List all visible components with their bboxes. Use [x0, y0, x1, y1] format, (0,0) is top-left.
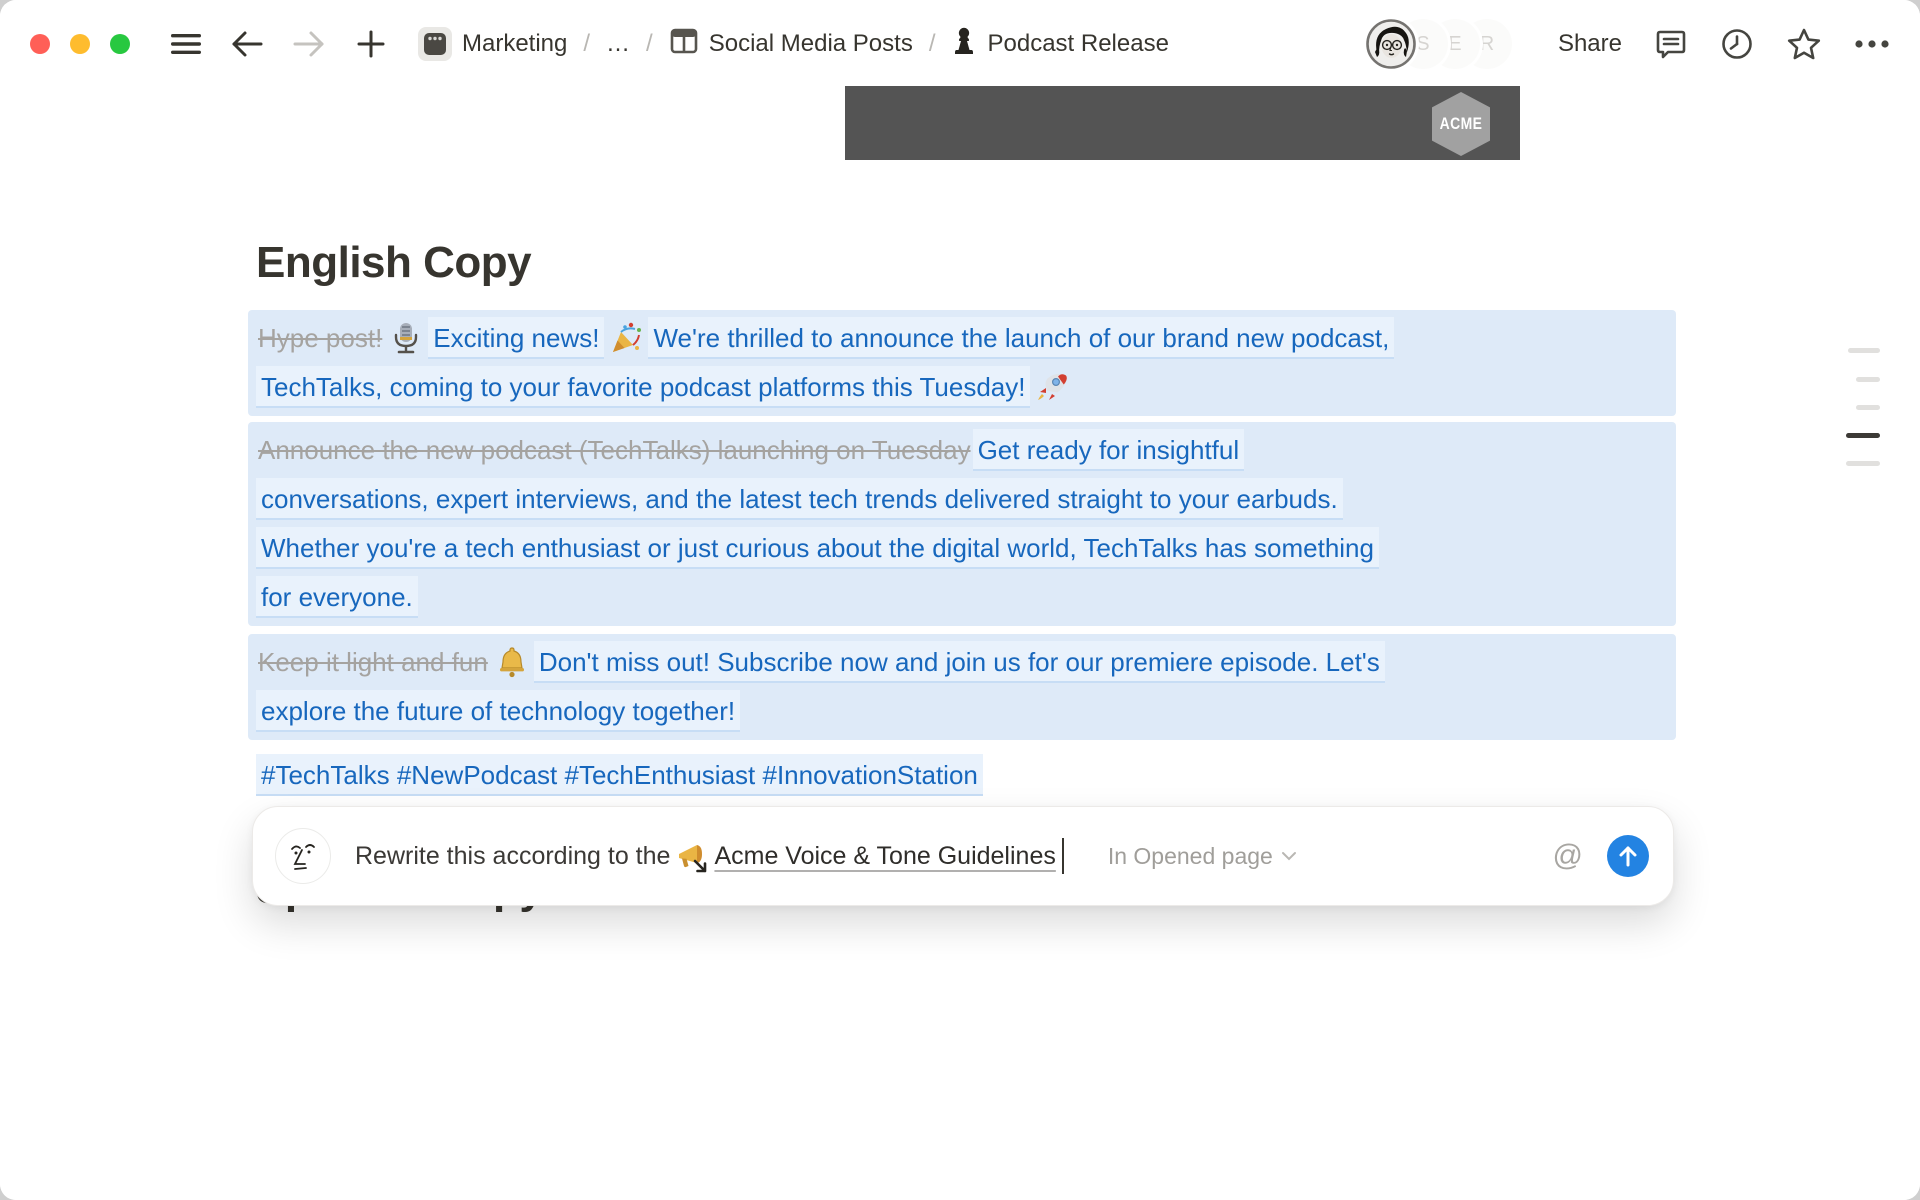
favorite-star-icon[interactable]	[1786, 27, 1822, 61]
ai-bar-actions: @	[1553, 835, 1649, 877]
inserted-text: We're thrilled to announce the launch of…	[648, 317, 1394, 359]
text-line: Whether you're a tech enthusiast or just…	[248, 524, 1676, 573]
party-popper-emoji	[609, 321, 643, 355]
breadcrumb-item-marketing[interactable]: Marketing	[410, 23, 575, 65]
prompt-text: Rewrite this according to the	[355, 842, 670, 871]
inserted-text: explore the future of technology togethe…	[256, 690, 740, 732]
acme-guidelines-page-link[interactable]: Acme Voice & Tone Guidelines	[714, 842, 1055, 871]
more-options-icon[interactable]	[1854, 39, 1890, 49]
scope-label: In Opened page	[1108, 843, 1273, 870]
text-line: TechTalks, coming to your favorite podca…	[248, 363, 1676, 412]
hashtags-block[interactable]: #TechTalks #NewPodcast #TechEnthusiast #…	[248, 751, 1676, 800]
inserted-text: conversations, expert interviews, and th…	[256, 478, 1343, 520]
avatar-letter: R	[1480, 33, 1494, 56]
ai-prompt-bar[interactable]: Rewrite this according to the Acme Voice…	[252, 806, 1674, 906]
text-line: conversations, expert interviews, and th…	[248, 475, 1676, 524]
ai-prompt-input[interactable]: Rewrite this according to the Acme Voice…	[355, 838, 1064, 874]
up-arrow-icon	[1618, 845, 1638, 867]
breadcrumb-item-ellipsis[interactable]: …	[598, 26, 638, 62]
topbar-right: S E R Share	[1366, 19, 1890, 69]
bell-emoji	[495, 645, 529, 679]
board-icon	[669, 26, 699, 63]
mention-at-button[interactable]: @	[1553, 839, 1583, 873]
minimize-window-button[interactable]	[70, 34, 90, 54]
breadcrumb-separator: /	[579, 30, 594, 58]
avatar-current-user[interactable]	[1366, 19, 1416, 69]
forward-arrow-icon[interactable]	[292, 29, 326, 59]
back-arrow-icon[interactable]	[230, 29, 264, 59]
inserted-text: Exciting news!	[428, 317, 604, 359]
deleted-text: Keep it light and fun	[256, 647, 490, 677]
text-line: #TechTalks #NewPodcast #TechEnthusiast #…	[248, 751, 1676, 800]
toc-line-active[interactable]	[1846, 433, 1880, 438]
breadcrumb-separator: /	[642, 30, 657, 58]
breadcrumb: Marketing / … / Social Media Posts / Pod…	[410, 21, 1177, 68]
breadcrumb-separator: /	[925, 30, 940, 58]
breadcrumb-item-social-media-posts[interactable]: Social Media Posts	[661, 22, 921, 67]
notion-ai-face-icon	[275, 828, 331, 884]
new-page-plus-icon[interactable]	[356, 29, 386, 59]
breadcrumb-label: Podcast Release	[987, 30, 1168, 58]
breadcrumb-label: Marketing	[462, 30, 567, 58]
toc-line[interactable]	[1848, 348, 1880, 353]
history-clock-icon[interactable]	[1720, 27, 1754, 61]
avatar-letter: S	[1416, 33, 1429, 56]
breadcrumb-label: Social Media Posts	[709, 30, 913, 58]
microphone-emoji	[389, 321, 423, 355]
page-cover-image[interactable]: ACME	[845, 86, 1520, 160]
close-window-button[interactable]	[30, 34, 50, 54]
breadcrumb-item-podcast-release[interactable]: Podcast Release	[943, 21, 1176, 68]
teamspace-icon	[418, 27, 452, 61]
collaborator-avatars: S E R	[1366, 19, 1512, 69]
share-button[interactable]: Share	[1548, 24, 1632, 64]
text-block-2[interactable]: Announce the new podcast (TechTalks) lau…	[248, 422, 1676, 626]
toc-line[interactable]	[1856, 405, 1880, 410]
acme-logo-badge: ACME	[1432, 92, 1490, 156]
avatar-letter: E	[1448, 33, 1461, 56]
chess-pawn-icon	[951, 25, 977, 64]
text-line: for everyone.	[248, 573, 1676, 622]
inserted-text: Get ready for insightful	[973, 429, 1245, 471]
topbar: Marketing / … / Social Media Posts / Pod…	[0, 0, 1920, 88]
text-caret	[1062, 838, 1064, 874]
zoom-window-button[interactable]	[110, 34, 130, 54]
text-line: Announce the new podcast (TechTalks) lau…	[248, 426, 1676, 475]
breadcrumb-ellipsis-label: …	[606, 30, 630, 58]
send-prompt-button[interactable]	[1607, 835, 1649, 877]
topbar-action-icons	[1654, 27, 1890, 61]
page-content: ACME Spanish Copy English Copy Hype post…	[0, 88, 1920, 1200]
chevron-down-icon	[1281, 851, 1297, 861]
text-line: Keep it light and fun Don't miss out! Sub…	[248, 638, 1676, 687]
comments-icon[interactable]	[1654, 27, 1688, 61]
rocket-emoji	[1035, 370, 1069, 404]
text-block-1[interactable]: Hype post! Exciting news! We're thrilled t…	[248, 310, 1676, 416]
app-window: Marketing / … / Social Media Posts / Pod…	[0, 0, 1920, 1200]
acme-logo-text: ACME	[1440, 114, 1483, 134]
deleted-text: Hype post!	[256, 323, 384, 353]
text-line: explore the future of technology togethe…	[248, 687, 1676, 736]
inserted-text: #TechTalks #NewPodcast #TechEnthusiast #…	[256, 754, 983, 796]
english-copy-heading[interactable]: English Copy	[256, 238, 531, 288]
toc-line[interactable]	[1856, 377, 1880, 382]
toc-line[interactable]	[1846, 461, 1880, 466]
ai-scope-selector[interactable]: In Opened page	[1108, 843, 1297, 870]
inserted-text: for everyone.	[256, 576, 418, 618]
text-block-3[interactable]: Keep it light and fun Don't miss out! Sub…	[248, 634, 1676, 740]
text-line: Hype post! Exciting news! We're thrilled t…	[248, 314, 1676, 363]
inserted-text: Don't miss out! Subscribe now and join u…	[534, 641, 1385, 683]
inserted-text: TechTalks, coming to your favorite podca…	[256, 366, 1030, 408]
sidebar-toggle-icon[interactable]	[170, 31, 202, 57]
megaphone-link-emoji	[675, 839, 709, 873]
inserted-text: Whether you're a tech enthusiast or just…	[256, 527, 1379, 569]
deleted-text: Announce the new podcast (TechTalks) lau…	[256, 435, 973, 465]
traffic-lights	[30, 34, 130, 54]
